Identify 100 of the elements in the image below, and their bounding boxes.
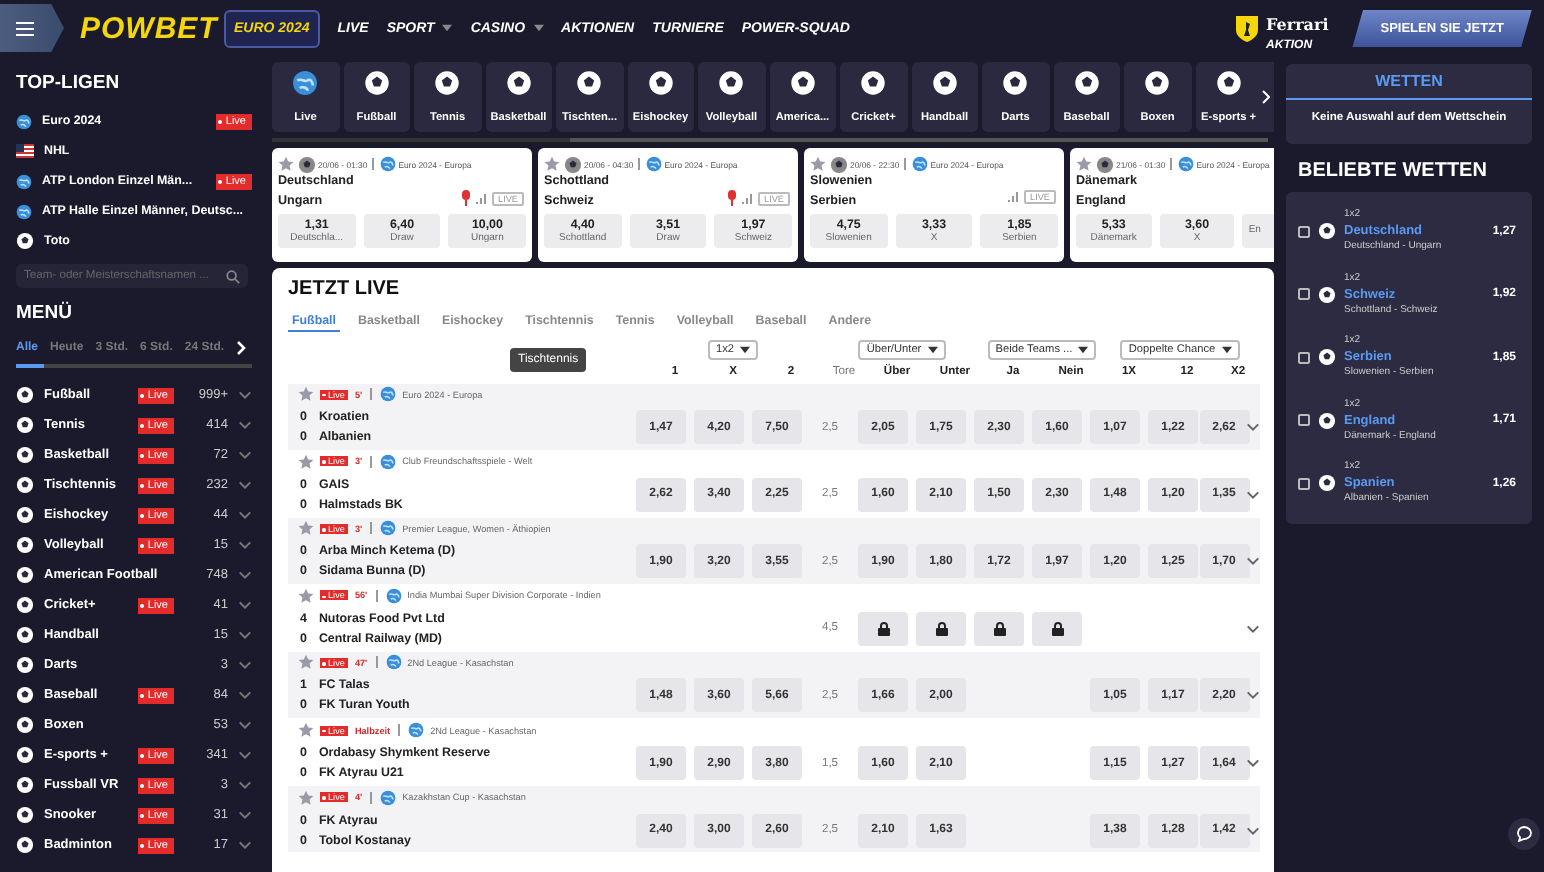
chevron-down-icon[interactable]: [1246, 825, 1260, 836]
globe-icon: [645, 156, 662, 172]
chevron-down-icon[interactable]: [238, 450, 252, 460]
section-title: MENÜ: [16, 302, 74, 324]
ball-icon: [16, 476, 34, 494]
globe-icon: [380, 386, 397, 403]
chevron-down-icon[interactable]: [238, 840, 252, 850]
ball-icon: [563, 155, 581, 173]
search-icon: [226, 269, 240, 283]
lock-icon: [877, 621, 889, 636]
section-title: BELIEBTE WETTEN: [1298, 160, 1489, 182]
ball-icon: [16, 626, 34, 644]
chevron-down-icon[interactable]: [238, 420, 252, 430]
locked-odds-button[interactable]: [858, 611, 908, 646]
ball-icon: [576, 70, 603, 96]
betslip-tab[interactable]: WETTEN: [1286, 64, 1532, 100]
star-icon[interactable]: [298, 654, 314, 671]
star-icon[interactable]: [298, 587, 314, 604]
globe-icon: [911, 156, 928, 172]
caret-icon: [442, 24, 453, 32]
globe-icon: [385, 654, 402, 671]
ball-icon: [16, 506, 34, 524]
checkbox[interactable]: [1298, 225, 1310, 238]
locked-odds-button[interactable]: [916, 611, 966, 646]
ball-icon: [829, 155, 847, 173]
ball-icon: [1318, 285, 1336, 304]
checkbox[interactable]: [1298, 351, 1310, 364]
globe-icon: [380, 453, 397, 470]
section-title: TOP-LIGEN: [16, 72, 122, 94]
star-icon[interactable]: [810, 156, 826, 172]
globe-icon: [385, 587, 402, 604]
caret-icon: [1078, 345, 1089, 353]
locked-odds-button[interactable]: [1032, 611, 1082, 646]
chevron-down-icon[interactable]: [238, 720, 252, 730]
checkbox[interactable]: [1298, 414, 1310, 427]
chevron-down-icon[interactable]: [238, 750, 252, 760]
chevron-down-icon[interactable]: [238, 690, 252, 700]
ball-icon: [1002, 70, 1029, 96]
ball-icon: [505, 70, 532, 96]
star-icon[interactable]: [298, 453, 314, 470]
ball-icon: [16, 446, 34, 464]
ball-icon: [16, 716, 34, 734]
chevron-down-icon[interactable]: [1246, 623, 1260, 634]
star-icon[interactable]: [298, 520, 314, 537]
chevron-down-icon[interactable]: [238, 810, 252, 820]
chevron-down-icon[interactable]: [1246, 758, 1260, 769]
checkbox[interactable]: [1298, 477, 1310, 490]
chevron-down-icon[interactable]: [238, 570, 252, 580]
chevron-down-icon[interactable]: [1246, 556, 1260, 567]
globe-icon: [380, 789, 397, 806]
ball-icon: [1318, 474, 1336, 493]
chevron-right-icon[interactable]: [236, 340, 247, 356]
section-title: JETZT LIVE: [288, 278, 402, 300]
ball-icon: [1318, 222, 1336, 241]
star-icon[interactable]: [278, 156, 294, 172]
chevron-right-icon: [1262, 90, 1270, 104]
ball-icon: [363, 70, 390, 96]
chevron-down-icon[interactable]: [1246, 690, 1260, 701]
chevron-down-icon[interactable]: [1246, 489, 1260, 500]
star-icon[interactable]: [298, 789, 314, 806]
menu-icon: [16, 21, 34, 35]
ball-icon: [16, 596, 34, 614]
chevron-down-icon[interactable]: [238, 510, 252, 520]
locked-odds-button[interactable]: [974, 611, 1024, 646]
ball-icon: [16, 536, 34, 554]
lock-icon: [1051, 621, 1063, 636]
ball-icon: [1144, 70, 1171, 96]
ball-icon: [16, 232, 34, 250]
ball-icon: [789, 70, 816, 96]
chevron-down-icon[interactable]: [238, 660, 252, 670]
signal-icon: [742, 193, 753, 203]
caret-icon: [927, 345, 938, 353]
logo[interactable]: POWBET: [80, 11, 224, 45]
star-icon[interactable]: [1076, 156, 1092, 172]
menu-button[interactable]: [0, 4, 64, 52]
chevron-down-icon[interactable]: [238, 540, 252, 550]
ball-icon: [16, 806, 34, 824]
ball-icon: [16, 746, 34, 764]
chat-button[interactable]: [1508, 818, 1540, 850]
chevron-down-icon[interactable]: [238, 780, 252, 790]
caret-icon: [740, 345, 751, 353]
ball-icon: [718, 70, 745, 96]
globe-icon: [379, 156, 396, 172]
ball-icon: [16, 566, 34, 584]
ball-icon: [297, 155, 315, 173]
globe-icon: [16, 173, 32, 189]
ball-icon: [16, 386, 34, 404]
ball-icon: [16, 416, 34, 434]
chevron-down-icon[interactable]: [238, 390, 252, 400]
star-icon[interactable]: [298, 722, 314, 739]
chevron-down-icon[interactable]: [1246, 422, 1260, 433]
globe-icon: [16, 113, 32, 129]
chevron-down-icon[interactable]: [238, 600, 252, 610]
chevron-down-icon[interactable]: [238, 480, 252, 490]
checkbox[interactable]: [1298, 288, 1310, 301]
ball-icon: [1095, 155, 1113, 173]
chevron-down-icon[interactable]: [238, 630, 252, 640]
star-icon[interactable]: [298, 386, 314, 403]
ball-icon: [16, 776, 34, 794]
star-icon[interactable]: [544, 156, 560, 172]
